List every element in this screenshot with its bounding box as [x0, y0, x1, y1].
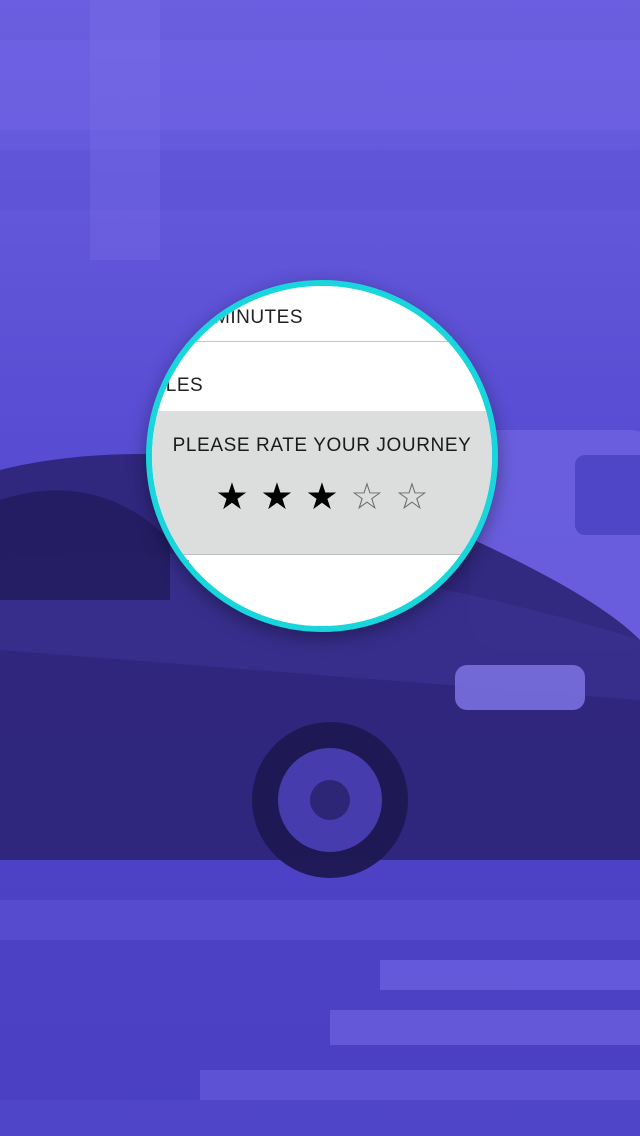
star-5-icon[interactable]: ☆ — [394, 477, 431, 517]
next-row — [152, 555, 492, 626]
star-1-icon[interactable]: ★ — [214, 477, 251, 517]
rating-title: PLEASE RATE YOUR JOURNEY — [172, 435, 472, 456]
star-3-icon[interactable]: ★ — [304, 477, 341, 517]
miles-label: ILES — [160, 375, 204, 396]
magnifier-lens: MINUTES ILES PLEASE RATE YOUR JOURNEY ★ … — [146, 280, 498, 632]
star-rating[interactable]: ★ ★ ★ ☆ ☆ — [152, 477, 492, 517]
minutes-label: MINUTES — [214, 307, 303, 328]
rating-section: PLEASE RATE YOUR JOURNEY ★ ★ ★ ☆ ☆ — [152, 411, 492, 555]
trip-duration-row: MINUTES — [152, 286, 492, 342]
cut-off-glyph — [185, 559, 195, 569]
magnified-trip-summary: MINUTES ILES PLEASE RATE YOUR JOURNEY ★ … — [152, 286, 492, 626]
star-2-icon[interactable]: ★ — [259, 477, 296, 517]
trip-distance-row: ILES — [152, 342, 492, 411]
star-4-icon[interactable]: ☆ — [349, 477, 386, 517]
